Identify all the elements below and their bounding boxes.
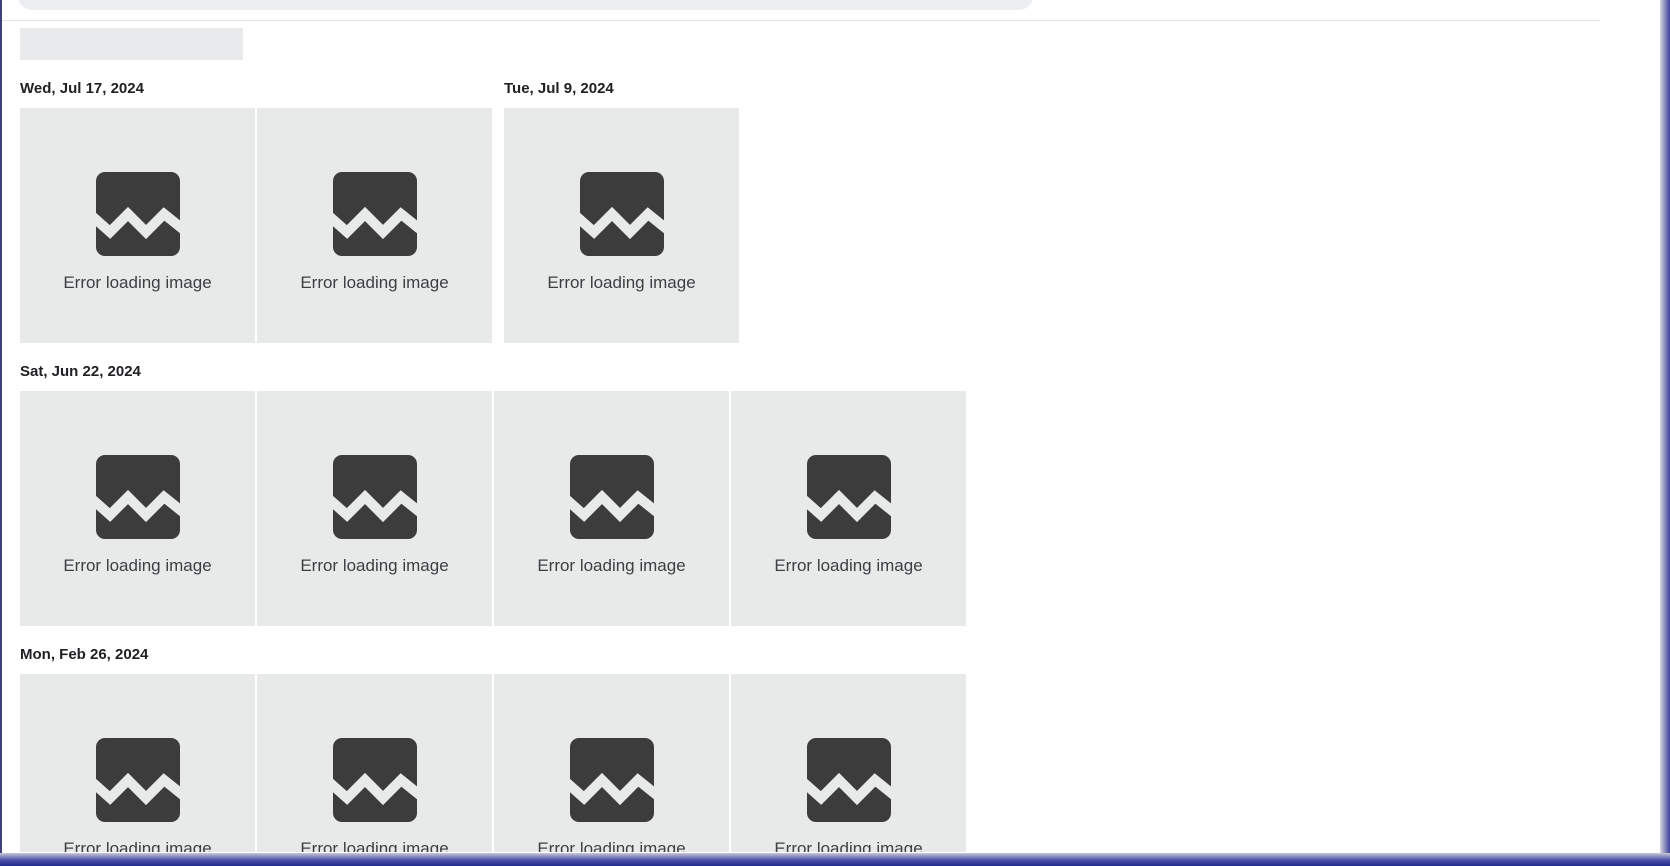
photo-tile[interactable]: Error loading image [494, 674, 729, 852]
error-label: Error loading image [300, 273, 449, 292]
window-frame [0, 0, 2, 866]
photo-tile[interactable]: Error loading image [257, 391, 492, 626]
photo-tile[interactable]: Error loading image [504, 108, 739, 343]
date-header[interactable]: Wed, Jul 17, 2024 [20, 80, 144, 97]
date-header[interactable]: Sat, Jun 22, 2024 [20, 363, 141, 380]
broken-image-icon [807, 455, 891, 539]
broken-image-icon [570, 455, 654, 539]
photo-tile[interactable]: Error loading image [731, 391, 966, 626]
broken-image-icon [570, 738, 654, 822]
top-bar [0, 0, 1600, 21]
photo-tile[interactable]: Error loading image [20, 108, 255, 343]
broken-image-icon [580, 172, 664, 256]
broken-image-icon [96, 738, 180, 822]
photo-tile[interactable]: Error loading image [257, 108, 492, 343]
window-frame [1660, 0, 1670, 866]
date-header[interactable]: Tue, Jul 9, 2024 [504, 80, 614, 97]
error-label: Error loading image [774, 556, 923, 575]
photo-tile[interactable]: Error loading image [731, 674, 966, 852]
error-label: Error loading image [537, 556, 686, 575]
error-label: Error loading image [63, 556, 212, 575]
broken-image-icon [333, 172, 417, 256]
photo-tile[interactable]: Error loading image [20, 391, 255, 626]
photo-tile[interactable]: Error loading image [20, 674, 255, 852]
photos-content: Wed, Jul 17, 2024 Error loading image Er… [0, 0, 1600, 852]
photo-tile[interactable]: Error loading image [257, 674, 492, 852]
error-label: Error loading image [63, 273, 212, 292]
error-label: Error loading image [547, 273, 696, 292]
broken-image-icon [807, 738, 891, 822]
date-header[interactable]: Mon, Feb 26, 2024 [20, 646, 148, 663]
title-placeholder [20, 28, 243, 60]
broken-image-icon [96, 172, 180, 256]
search-bar[interactable] [18, 0, 1033, 10]
broken-image-icon [96, 455, 180, 539]
error-label: Error loading image [63, 839, 212, 852]
error-label: Error loading image [537, 839, 686, 852]
broken-image-icon [333, 738, 417, 822]
error-label: Error loading image [774, 839, 923, 852]
broken-image-icon [333, 455, 417, 539]
error-label: Error loading image [300, 556, 449, 575]
photo-tile[interactable]: Error loading image [494, 391, 729, 626]
window-frame [0, 853, 1670, 866]
error-label: Error loading image [300, 839, 449, 852]
